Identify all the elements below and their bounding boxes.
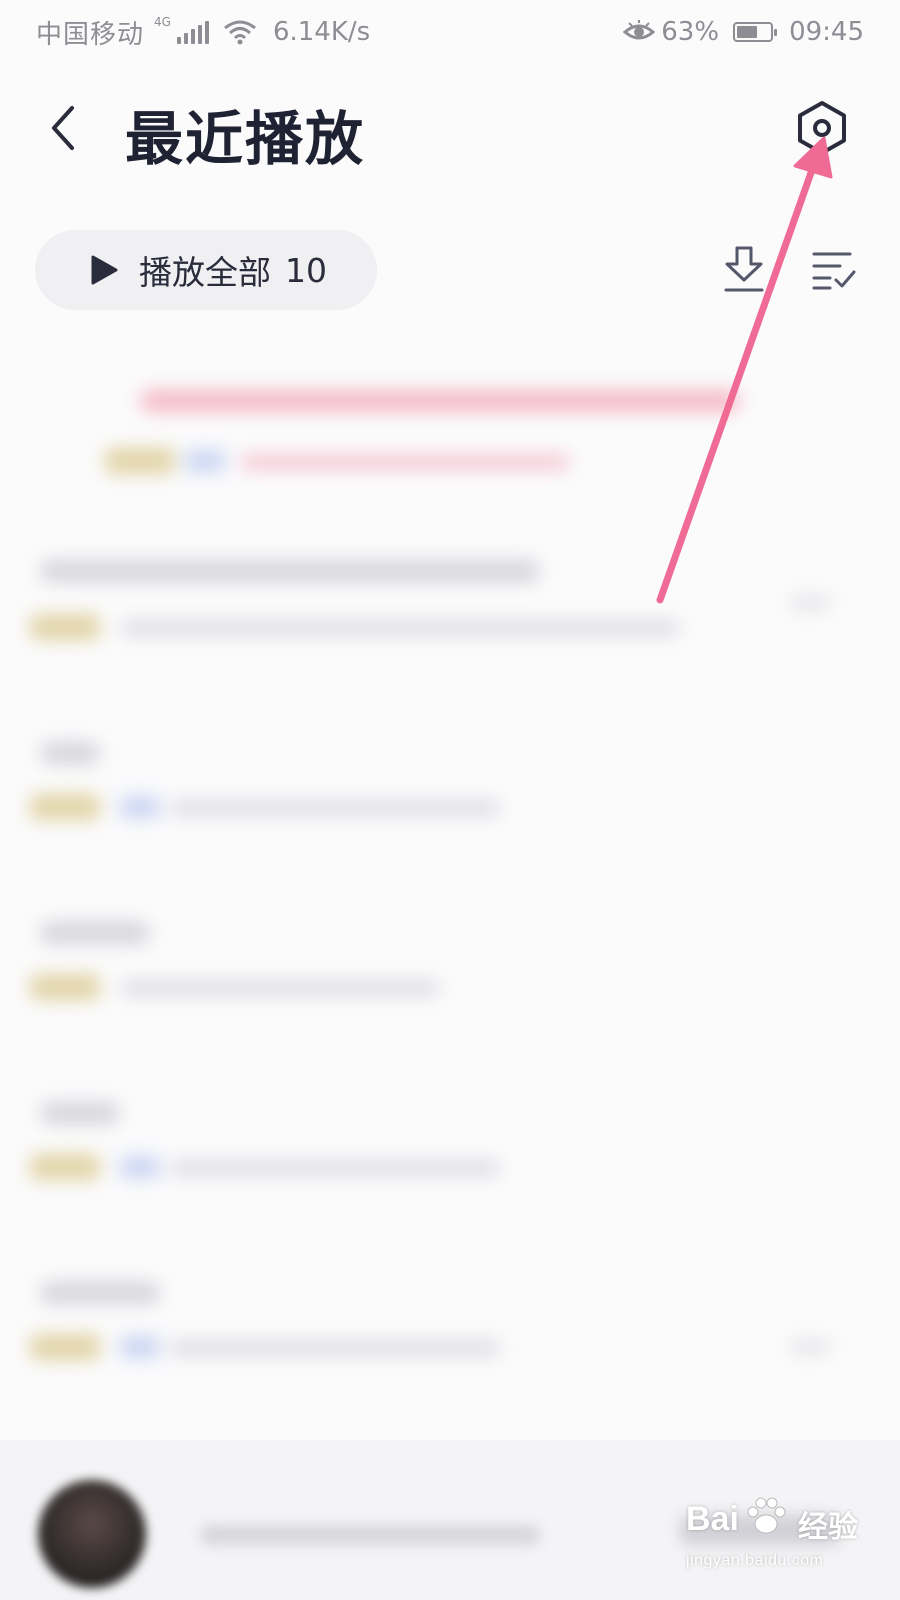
status-bar-right: 63% 09:45 [623, 17, 864, 47]
song-tag [30, 794, 100, 820]
signal-icon [176, 20, 209, 44]
list-item[interactable] [0, 1090, 900, 1210]
settings-hexagon-icon [798, 101, 846, 155]
more-placeholder [790, 1340, 830, 1354]
song-meta-placeholder [120, 620, 680, 636]
status-bar: 中国移动 4G 6.14K/s 63% 09:45 [0, 0, 900, 64]
song-meta-placeholder [240, 454, 570, 470]
play-all-button[interactable]: 播放全部 10 [35, 230, 377, 310]
download-icon [724, 246, 764, 292]
network-type: 4G [154, 15, 171, 29]
battery-percent: 63% [661, 17, 720, 47]
song-tag [30, 1334, 100, 1360]
song-tag [120, 796, 160, 818]
status-bar-left: 中国移动 4G 6.14K/s [36, 14, 370, 51]
baidu-jingyan-watermark: Bai 经验 jingyan.baidu.com [686, 1497, 876, 1590]
battery-icon [733, 22, 778, 42]
song-meta-placeholder [170, 1160, 500, 1176]
song-meta-placeholder [170, 800, 500, 816]
multi-select-icon [812, 252, 856, 290]
song-tag [30, 614, 100, 640]
back-button[interactable] [38, 100, 88, 156]
paw-icon [747, 1497, 786, 1534]
now-playing-placeholder [200, 1525, 540, 1545]
watermark-logo-cn: 经验 [798, 1510, 858, 1545]
download-button[interactable] [716, 242, 772, 298]
song-meta-placeholder [170, 1340, 500, 1356]
carrier-name: 中国移动 [36, 19, 145, 50]
list-item[interactable] [0, 550, 900, 670]
header: 最近播放 [0, 80, 900, 176]
song-title-placeholder [40, 1102, 120, 1124]
watermark-url: jingyan.baidu.com [686, 1552, 824, 1569]
song-title-placeholder [40, 560, 540, 582]
album-cover[interactable] [38, 1480, 146, 1588]
settings-button[interactable] [790, 96, 854, 160]
song-title-placeholder [40, 922, 150, 944]
chevron-left-icon [52, 106, 74, 150]
clock: 09:45 [789, 17, 864, 47]
song-tag [30, 974, 100, 1000]
list-item[interactable] [0, 1270, 900, 1390]
song-meta-placeholder [120, 980, 440, 996]
watermark-logo-text: Bai [686, 1500, 739, 1538]
song-tag [120, 1336, 160, 1358]
play-all-label: 播放全部 [139, 253, 271, 292]
song-tag [105, 448, 175, 474]
wifi-icon [224, 20, 256, 45]
song-tag [30, 1154, 100, 1180]
page-title: 最近播放 [125, 105, 366, 173]
song-tag [120, 1156, 160, 1178]
play-all-count: 10 [285, 250, 327, 290]
list-item[interactable] [0, 910, 900, 1030]
list-item[interactable] [0, 370, 900, 490]
play-icon [91, 255, 118, 285]
song-title-placeholder [40, 1282, 160, 1304]
multi-select-button[interactable] [806, 242, 862, 298]
song-title-placeholder [40, 742, 100, 764]
network-speed: 6.14K/s [272, 17, 371, 47]
song-title-placeholder [140, 390, 740, 412]
eye-icon [623, 20, 656, 40]
battery-fill [737, 26, 758, 38]
list-item[interactable] [0, 730, 900, 850]
song-list [0, 360, 900, 1460]
more-placeholder [790, 596, 830, 610]
song-tag [185, 450, 225, 472]
